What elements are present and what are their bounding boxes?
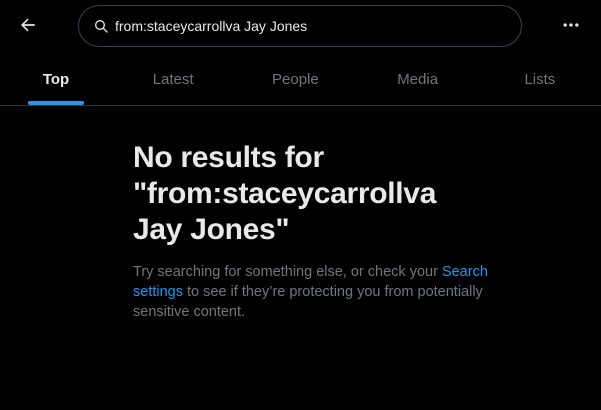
search-icon: [93, 18, 109, 34]
back-button[interactable]: [12, 11, 44, 43]
tab-lists[interactable]: Lists: [479, 54, 601, 105]
more-horizontal-icon: [561, 15, 581, 40]
tab-top-label: Top: [42, 71, 70, 88]
tab-people[interactable]: People: [234, 54, 356, 105]
tab-media[interactable]: Media: [357, 54, 479, 105]
search-tabs: Top Latest People Media Lists: [0, 54, 601, 106]
more-options-button[interactable]: [555, 11, 587, 43]
tab-latest-label: Latest: [152, 71, 194, 88]
empty-state-message-prefix: Try searching for something else, or che…: [133, 264, 438, 280]
tab-latest[interactable]: Latest: [112, 54, 234, 105]
active-tab-indicator: [28, 101, 84, 105]
empty-state-message-suffix: to see if they’re protecting you from po…: [133, 284, 483, 320]
arrow-left-icon: [18, 15, 38, 40]
empty-state-message: Try searching for something else, or che…: [133, 262, 493, 322]
search-input[interactable]: [115, 18, 495, 34]
tab-people-label: People: [272, 71, 319, 88]
search-box[interactable]: [78, 5, 522, 47]
search-header: [0, 0, 601, 54]
tab-media-label: Media: [397, 71, 439, 88]
tab-top[interactable]: Top: [0, 54, 112, 105]
empty-state-title: No results for "from:staceycarrollva Jay…: [133, 141, 437, 246]
tab-lists-label: Lists: [524, 71, 556, 88]
empty-state: No results for "from:staceycarrollva Jay…: [133, 140, 493, 322]
